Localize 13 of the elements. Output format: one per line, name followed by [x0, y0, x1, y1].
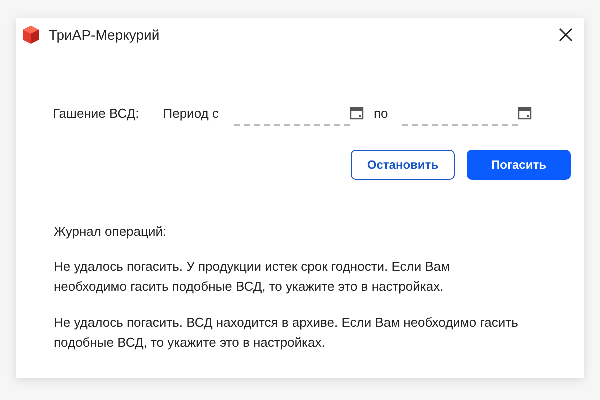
period-from-label: Период с [163, 105, 219, 123]
calendar-icon[interactable] [518, 106, 532, 120]
calendar-icon[interactable] [350, 106, 364, 120]
log-message: Не удалось погасить. У продукции истек срок годности. Если Вам необходимо гасить подобные ВСД, то укажите это в настройках. [54, 258, 452, 296]
primary-button[interactable]: Погасить [467, 150, 571, 180]
log-message: Не удалось погасить. ВСД находится в архиве. Если Вам необходимо гасить подобные ВСД, то укажите это в настройках. [54, 314, 520, 352]
period-to-label: по [374, 105, 388, 123]
window-title: ТриАР-Меркурий [49, 26, 160, 45]
close-icon [559, 28, 573, 42]
outline-button[interactable]: Остановить [351, 150, 455, 180]
cube-logo-icon [22, 25, 40, 45]
section-label: Гашение ВСД: [53, 105, 140, 123]
log-title: Журнал операций: [54, 222, 168, 241]
